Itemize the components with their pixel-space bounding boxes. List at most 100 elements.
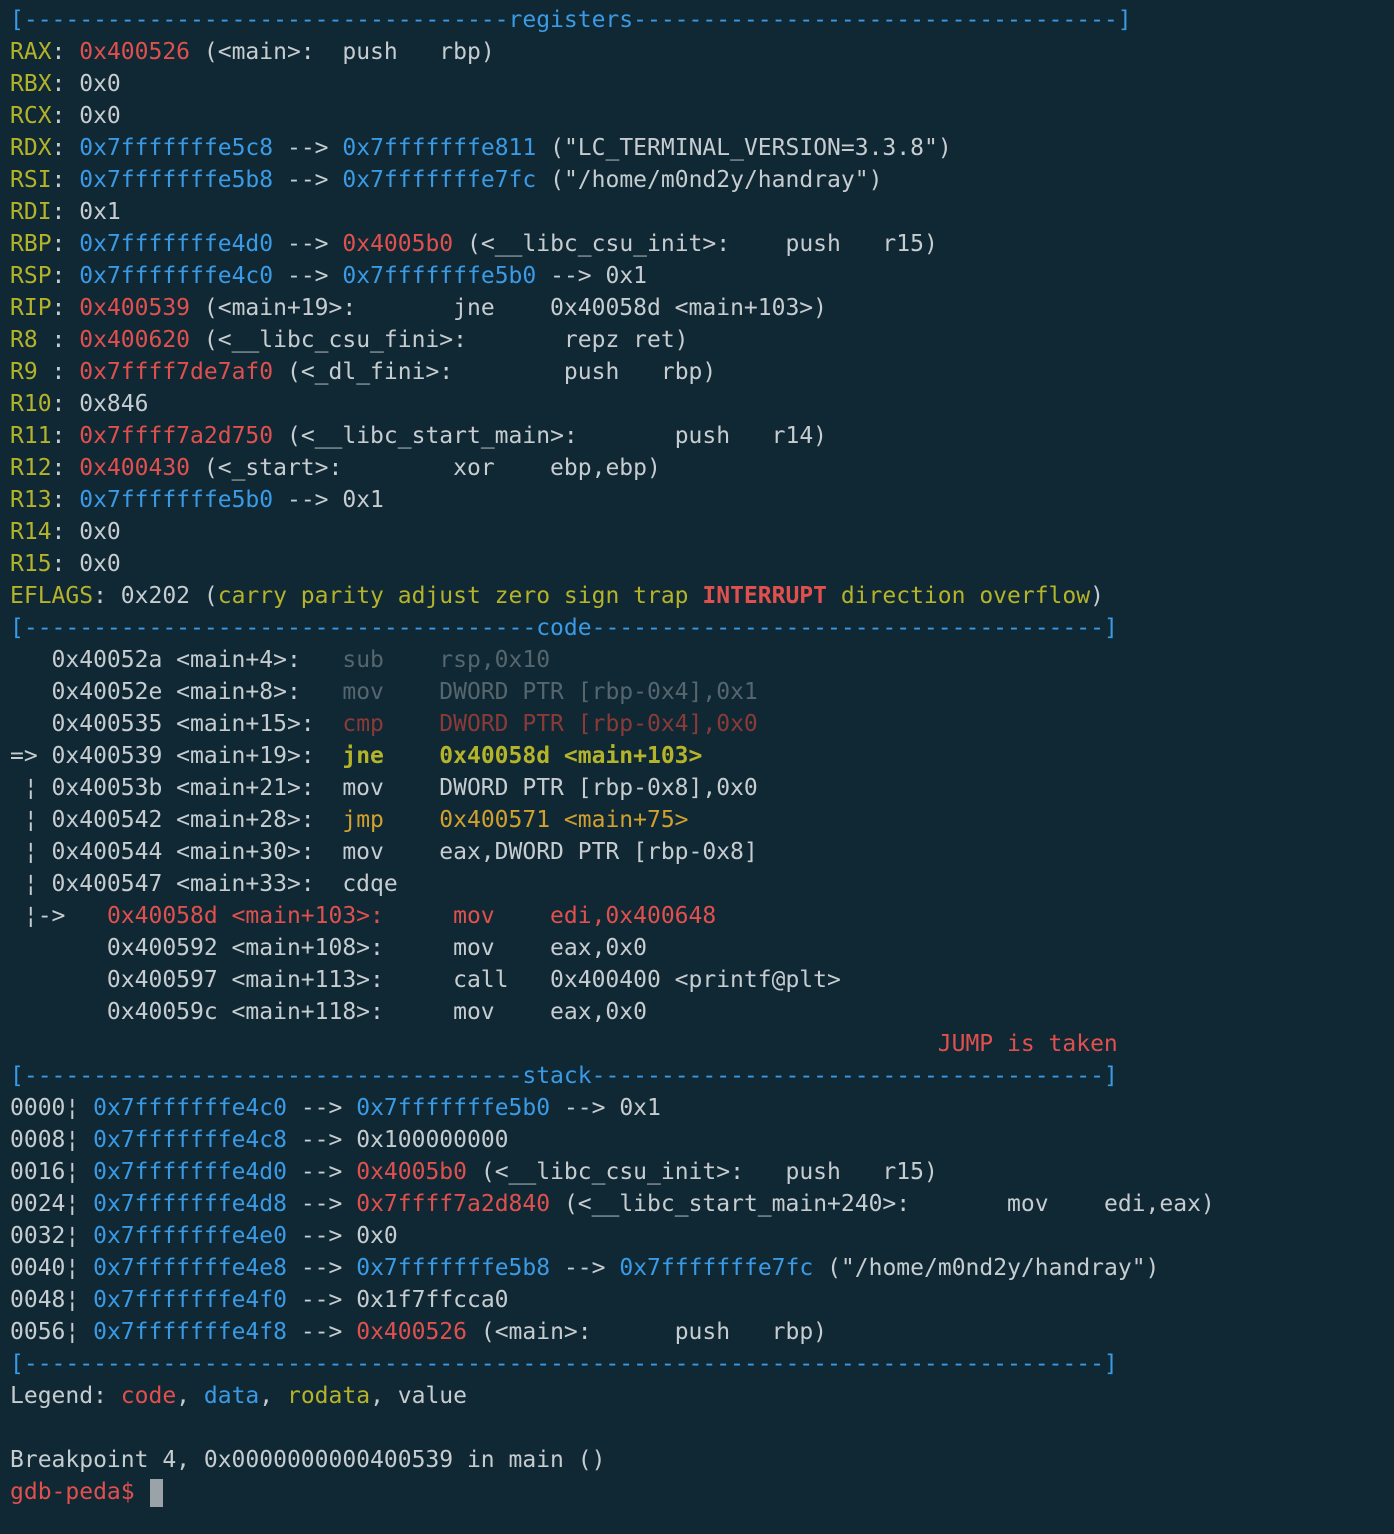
reg-r10: R10: 0x846 (10, 388, 1394, 420)
stack-0000-segment: --> 0x1 (550, 1095, 661, 1121)
stack-0048-segment: --> 0x1f7ffcca0 (286, 1287, 509, 1313)
reg-r8-segment: R8 (10, 327, 52, 353)
stack-0016-segment: 0x7fffffffe4d0 (93, 1159, 287, 1185)
reg-r8-segment: 0x400620 (79, 327, 191, 353)
stack-0032-segment: 0x7fffffffe4e0 (93, 1223, 287, 1249)
code-line-11-segment: 0x400597 <main+113>: call 0x400400 <prin… (10, 967, 841, 993)
code-line-current-segment: jne 0x40058d <main+103> (342, 743, 703, 769)
reg-rbp-segment: --> (273, 231, 343, 257)
reg-rip-segment: 0x400539 (79, 295, 191, 321)
code-line-1-segment: sub rsp,0x10 (342, 647, 551, 673)
footer-rule: [---------------------------------------… (10, 1348, 1394, 1380)
legend-segment: , (259, 1383, 287, 1409)
code-line-1: 0x40052a <main+4>: sub rsp,0x10 (10, 644, 1394, 676)
stack-0040: 0040¦ 0x7fffffffe4e8 --> 0x7fffffffe5b8 … (10, 1252, 1394, 1284)
reg-r8-segment: : (51, 327, 80, 353)
stack-0016-segment: 0x4005b0 (356, 1159, 467, 1185)
reg-rdx-segment: --> (273, 135, 343, 161)
stack-0016-segment: (<__libc_csu_init>: push r15) (467, 1159, 938, 1185)
code-line-11: 0x400597 <main+113>: call 0x400400 <prin… (10, 964, 1394, 996)
reg-rbp-segment: (<__libc_csu_init>: push r15) (453, 231, 938, 257)
prompt-line[interactable]: gdb-peda$ (10, 1476, 1394, 1508)
header-code: [-------------------------------------co… (10, 612, 1394, 644)
header-stack-segment: -------------------------------------] (591, 1063, 1118, 1089)
stack-0056-segment: 0x7fffffffe4f8 (93, 1319, 287, 1345)
stack-0008-segment: 0008¦ (10, 1127, 94, 1153)
code-line-7: ¦ 0x400544 <main+30>: mov eax,DWORD PTR … (10, 836, 1394, 868)
reg-rdx-segment: 0x7fffffffe5c8 (79, 135, 274, 161)
code-line-8: ¦ 0x400547 <main+33>: cdqe (10, 868, 1394, 900)
reg-r9-segment: : (51, 359, 80, 385)
reg-rsi-segment: ("/home/m0nd2y/handray") (536, 167, 883, 193)
code-line-10: 0x400592 <main+108>: mov eax,0x0 (10, 932, 1394, 964)
header-stack-segment: [------------------------------------ (10, 1063, 523, 1089)
reg-rdx-segment: ("LC_TERMINAL_VERSION=3.3.8") (536, 135, 952, 161)
reg-rax-segment: (<main>: push rbp) (190, 39, 495, 65)
reg-r12-segment: (<_start>: xor ebp,ebp) (190, 455, 661, 481)
reg-eflags-segment: EFLAGS (10, 583, 94, 609)
legend-segment: , value (370, 1383, 467, 1409)
reg-r13: R13: 0x7fffffffe5b0 --> 0x1 (10, 484, 1394, 516)
reg-rip: RIP: 0x400539 (<main+19>: jne 0x40058d <… (10, 292, 1394, 324)
reg-rsp-segment: --> (273, 263, 343, 289)
jump-status: JUMP is taken (10, 1028, 1394, 1060)
gdb-prompt: gdb-peda$ (10, 1479, 149, 1505)
reg-r9-segment: R9 (10, 359, 52, 385)
stack-0056-segment: (<main>: push rbp) (467, 1319, 828, 1345)
code-line-10-segment: 0x400592 <main+108>: mov eax,0x0 (10, 935, 647, 961)
header-code-segment: code (536, 615, 592, 641)
code-line-6: ¦ 0x400542 <main+28>: jmp 0x400571 <main… (10, 804, 1394, 836)
reg-r15-segment: : 0x0 (51, 551, 121, 577)
stack-0016-segment: --> (286, 1159, 357, 1185)
reg-r9-segment: (<_dl_fini>: push rbp) (273, 359, 717, 385)
reg-eflags-segment: : 0x202 ( (93, 583, 218, 609)
reg-r10-segment: R10 (10, 391, 52, 417)
stack-0040-segment: 0x7fffffffe7fc (619, 1255, 814, 1281)
code-line-3-segment: cmp DWORD PTR [rbp-0x4],0x0 (342, 711, 758, 737)
reg-r9-segment: 0x7ffff7de7af0 (79, 359, 274, 385)
reg-rdi: RDI: 0x1 (10, 196, 1394, 228)
reg-r13-segment: R13 (10, 487, 52, 513)
stack-0024-segment: 0024¦ (10, 1191, 94, 1217)
jump-status-segment: JUMP is taken (937, 1031, 1118, 1057)
terminal-window[interactable]: [-----------------------------------regi… (0, 0, 1394, 1508)
header-registers-segment: [----------------------------------- (10, 7, 509, 33)
code-line-5: ¦ 0x40053b <main+21>: mov DWORD PTR [rbp… (10, 772, 1394, 804)
legend-segment: , (176, 1383, 204, 1409)
reg-eflags-segment: INTERRUPT (702, 583, 827, 609)
stack-0000-segment: 0x7fffffffe5b0 (356, 1095, 551, 1121)
header-stack: [------------------------------------sta… (10, 1060, 1394, 1092)
breakpoint-message: Breakpoint 4, 0x0000000000400539 in main… (10, 1444, 1394, 1476)
reg-r12-segment: 0x400430 (79, 455, 191, 481)
stack-0024-segment: --> (286, 1191, 357, 1217)
reg-r13-segment: : (51, 487, 80, 513)
code-line-2-segment: mov DWORD PTR [rbp-0x4],0x1 (342, 679, 758, 705)
code-line-current-segment: => 0x400539 <main+19>: (10, 743, 343, 769)
reg-rbp-segment: RBP (10, 231, 52, 257)
stack-0048-segment: 0048¦ (10, 1287, 94, 1313)
reg-rbp-segment: 0x4005b0 (342, 231, 454, 257)
reg-rsp-segment: --> 0x1 (536, 263, 648, 289)
reg-rax-segment: 0x400526 (79, 39, 191, 65)
code-line-1-segment: 0x40052a <main+4>: (10, 647, 343, 673)
text-cursor[interactable] (150, 1478, 164, 1507)
reg-rbx-segment: RBX (10, 71, 52, 97)
reg-r14-segment: R14 (10, 519, 52, 545)
code-line-6-segment: jmp 0x400571 <main+75> (342, 807, 689, 833)
reg-rdx-segment: 0x7fffffffe811 (342, 135, 537, 161)
reg-r12: R12: 0x400430 (<_start>: xor ebp,ebp) (10, 452, 1394, 484)
header-code-segment: [------------------------------------- (10, 615, 537, 641)
header-registers-segment: registers (508, 7, 634, 33)
reg-rbp: RBP: 0x7fffffffe4d0 --> 0x4005b0 (<__lib… (10, 228, 1394, 260)
reg-r11-segment: 0x7ffff7a2d750 (79, 423, 274, 449)
reg-r15: R15: 0x0 (10, 548, 1394, 580)
header-code-segment: -------------------------------------] (591, 615, 1118, 641)
stack-0040-segment: ("/home/m0nd2y/handray") (813, 1255, 1160, 1281)
reg-rsi-segment: : (51, 167, 80, 193)
reg-eflags-segment: carry parity adjust zero sign trap (217, 583, 703, 609)
reg-rax-segment: RAX (10, 39, 52, 65)
reg-r8-segment: (<__libc_csu_fini>: repz ret) (190, 327, 689, 353)
code-line-target: ¦-> 0x40058d <main+103>: mov edi,0x40064… (10, 900, 1394, 932)
reg-rdi-segment: : 0x1 (51, 199, 121, 225)
reg-eflags-segment: ) (1090, 583, 1104, 609)
